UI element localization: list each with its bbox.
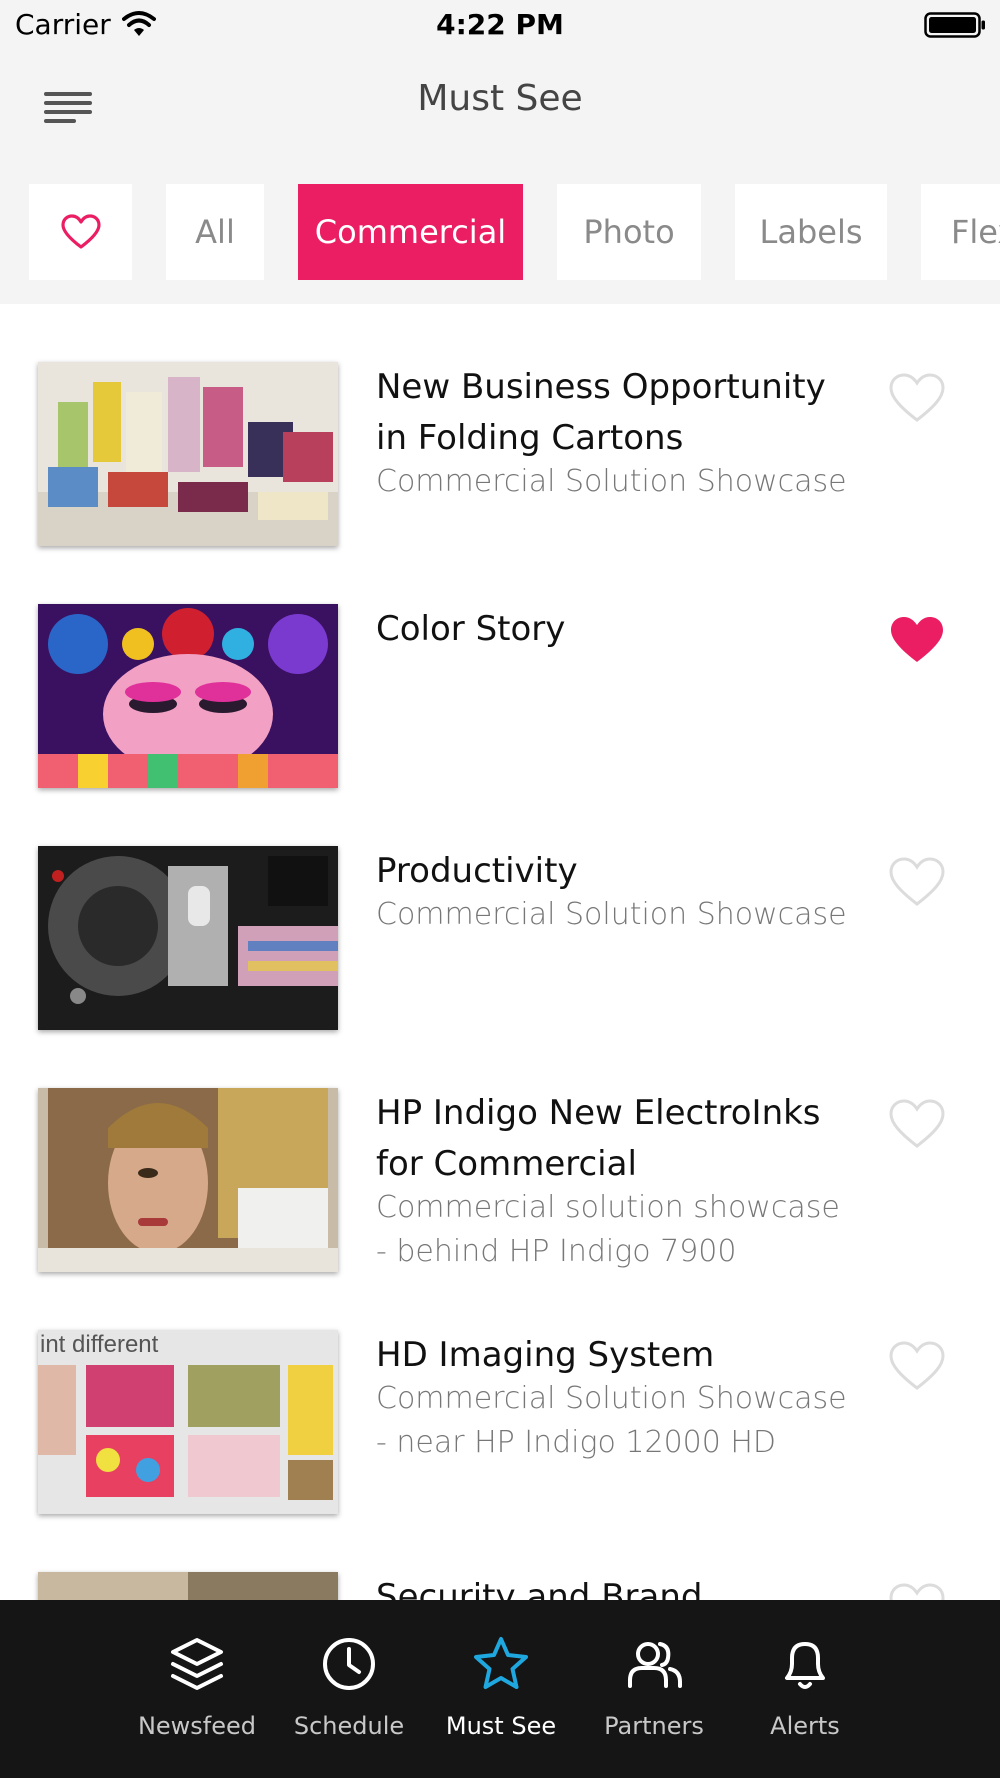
- heart-outline-icon[interactable]: [888, 856, 946, 908]
- item-title: Color Story: [376, 609, 566, 649]
- item-thumbnail-folding-cartons: [38, 362, 338, 546]
- bell-icon: [785, 1642, 825, 1689]
- list-item[interactable]: New Business Opportunity in Folding Cart…: [0, 304, 1000, 546]
- tab-label: Partners: [604, 1712, 704, 1740]
- item-title: New Business Opportunity in Folding Cart…: [376, 367, 826, 458]
- tab-label: Schedule: [293, 1712, 405, 1740]
- must-see-list[interactable]: New Business Opportunity in Folding Cart…: [0, 304, 1000, 1600]
- filter-chip-flex[interactable]: Flex: [921, 184, 1000, 280]
- item-title: Productivity: [376, 851, 578, 891]
- tab-must-see[interactable]: Must See: [436, 1600, 566, 1778]
- star-icon: [474, 1637, 528, 1689]
- filter-chip-photo[interactable]: Photo: [557, 184, 701, 280]
- item-title: Security and Brand Protection: [376, 1577, 703, 1600]
- tab-newsfeed[interactable]: Newsfeed: [132, 1600, 262, 1778]
- tab-label: Must See: [445, 1712, 557, 1740]
- users-icon: [628, 1642, 682, 1688]
- filter-chip-commercial[interactable]: Commercial: [298, 184, 523, 280]
- favorites-filter-chip[interactable]: [29, 184, 132, 280]
- heart-outline-icon: [60, 214, 101, 249]
- list-item[interactable]: Security and Brand Protection: [0, 1514, 1000, 1600]
- heart-outline-icon[interactable]: [888, 1340, 946, 1392]
- clock-label: 4:22 PM: [436, 8, 564, 41]
- item-title: HD Imaging System: [376, 1335, 715, 1375]
- item-thumbnail-hd-imaging: int different: [38, 1330, 338, 1514]
- heart-outline-icon[interactable]: [888, 372, 946, 424]
- tab-label: Alerts: [770, 1712, 840, 1740]
- tab-partners[interactable]: Partners: [589, 1600, 719, 1778]
- layers-icon: [171, 1638, 223, 1690]
- item-subtitle: Commercial Solution Showcase: [376, 897, 847, 932]
- bottom-tab-bar: Newsfeed Schedule Must See Partners Aler…: [0, 1600, 1000, 1778]
- filter-chip-labels[interactable]: Labels: [735, 184, 887, 280]
- heart-outline-icon[interactable]: [888, 1582, 946, 1600]
- list-item[interactable]: int different HD Imaging System Commerci…: [0, 1272, 1000, 1514]
- list-item[interactable]: Color Story: [0, 546, 1000, 788]
- item-subtitle: Commercial solution showcase - behind HP…: [376, 1190, 840, 1269]
- item-thumbnail-electroinks: [38, 1088, 338, 1272]
- thumb-caption: int different: [40, 1331, 159, 1358]
- tab-alerts[interactable]: Alerts: [740, 1600, 870, 1778]
- hamburger-line: [44, 119, 76, 123]
- list-item[interactable]: Productivity Commercial Solution Showcas…: [0, 788, 1000, 1030]
- tab-label: Newsfeed: [137, 1712, 257, 1740]
- item-thumbnail-security: [38, 1572, 338, 1600]
- heart-filled-icon[interactable]: [888, 614, 946, 666]
- status-bar: Carrier 4:22 PM: [0, 0, 1000, 50]
- item-thumbnail-color-story: [38, 604, 338, 788]
- clock-icon: [323, 1638, 375, 1690]
- item-thumbnail-productivity: [38, 846, 338, 1030]
- heart-outline-icon[interactable]: [888, 1098, 946, 1150]
- list-item[interactable]: HP Indigo New ElectroInks for Commercial…: [0, 1030, 1000, 1272]
- page-title: Must See: [417, 78, 583, 119]
- item-subtitle: Commercial Solution Showcase - near HP I…: [376, 1381, 847, 1460]
- filter-chip-all[interactable]: All: [166, 184, 264, 280]
- item-title: HP Indigo New ElectroInks for Commercial: [376, 1093, 821, 1184]
- category-filter-bar: All Commercial Photo Labels Flex: [0, 160, 1000, 304]
- nav-header: Must See: [0, 50, 1000, 160]
- item-subtitle: Commercial Solution Showcase: [376, 464, 847, 499]
- tab-schedule[interactable]: Schedule: [284, 1600, 414, 1778]
- battery-icon: [924, 12, 985, 38]
